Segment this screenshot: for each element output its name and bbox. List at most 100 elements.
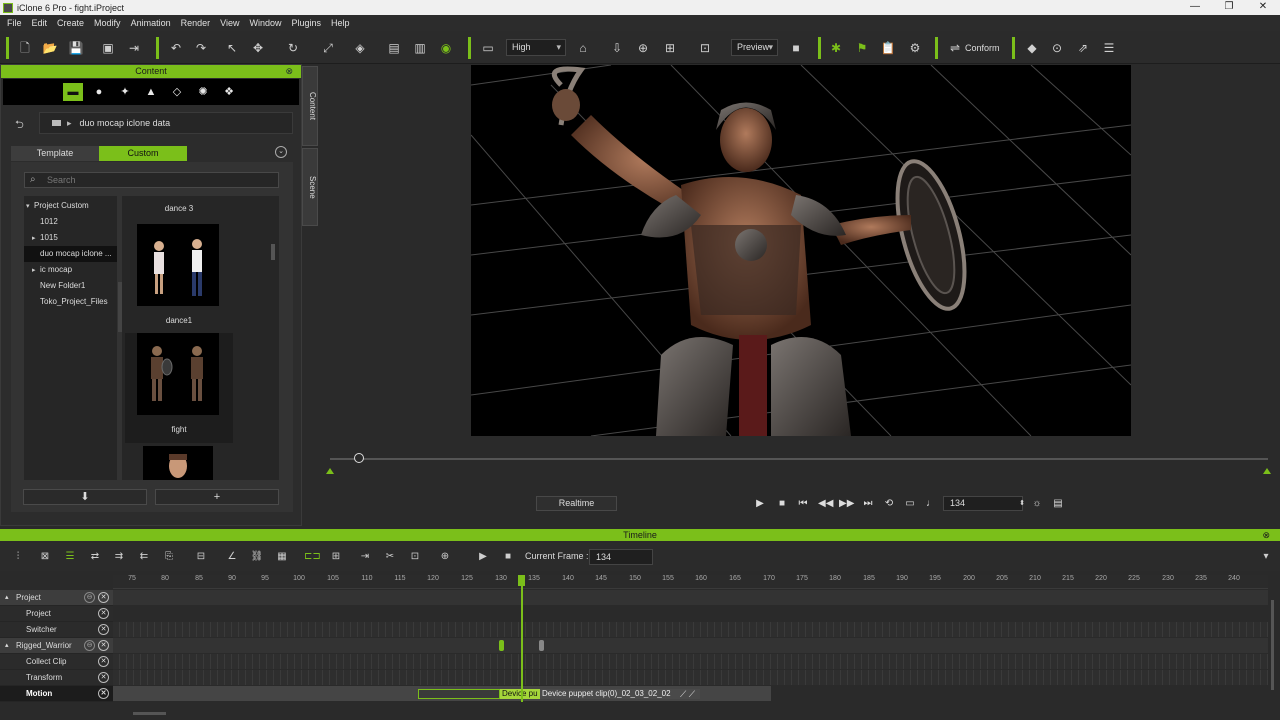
avatar-icon[interactable]: ● [89, 83, 109, 101]
zoom-down-icon[interactable]: ⇩ [609, 40, 625, 56]
menu-file[interactable]: File [2, 18, 27, 28]
track-row[interactable]: ▴ Project ⊖ ✕ [0, 590, 113, 606]
cut-icon[interactable]: ✂ [383, 550, 397, 564]
tab-template[interactable]: Template [11, 146, 99, 161]
remove-icon[interactable]: ⇇ [137, 550, 151, 564]
remove-track-icon[interactable]: ✕ [98, 656, 109, 667]
link-icon[interactable]: ⛓ [250, 550, 264, 564]
motion-clip[interactable]: Device pu [500, 689, 540, 699]
subtitle-icon[interactable]: ▭ [903, 497, 917, 511]
quality-select[interactable]: High [506, 39, 566, 56]
thumbnail-item[interactable]: fight [125, 333, 233, 443]
scale-icon[interactable]: ⤢ [320, 40, 336, 56]
frame-selected-icon[interactable]: ⊡ [697, 40, 713, 56]
flag-icon[interactable]: ⚑ [854, 40, 870, 56]
close-icon[interactable]: ⊗ [1262, 529, 1270, 541]
thumbnail-item[interactable]: dance 3 [125, 204, 233, 213]
tree-item[interactable]: ▸ ic mocap [24, 262, 117, 278]
remove-track-icon[interactable]: ✕ [98, 608, 109, 619]
breadcrumb[interactable]: ▸ duo mocap iclone data [39, 112, 293, 134]
path-icon[interactable]: ⚙ [907, 40, 923, 56]
film-reel-icon[interactable]: ✺ [193, 83, 213, 101]
maximize-button[interactable]: ❐ [1212, 0, 1246, 15]
track-lane[interactable] [113, 590, 1268, 605]
image-icon[interactable]: ▲ [141, 83, 161, 101]
menu-create[interactable]: Create [52, 18, 89, 28]
toggle-icon[interactable]: ⊖ [84, 592, 95, 603]
character-icon[interactable]: ✱ [828, 40, 844, 56]
add-button[interactable]: + [155, 489, 279, 505]
tab-scene[interactable]: Scene [302, 148, 318, 226]
open-folder-icon[interactable]: 📂 [42, 40, 58, 56]
export-icon[interactable]: ⇥ [126, 40, 142, 56]
menu-render[interactable]: Render [176, 18, 216, 28]
close-button[interactable]: ✕ [1246, 0, 1280, 15]
frame-box-icon[interactable]: ⊡ [408, 550, 422, 564]
import-icon[interactable]: ▣ [100, 40, 116, 56]
motion-icon[interactable]: ✦ [115, 83, 135, 101]
track-lane[interactable] [113, 654, 1268, 669]
download-button[interactable]: ⬇ [23, 489, 147, 505]
undo-icon[interactable]: ↶ [168, 40, 184, 56]
playhead[interactable] [521, 575, 523, 702]
edit-pencil-icon[interactable]: ⟋ ⟋ [680, 689, 700, 699]
tab-content[interactable]: Content [302, 66, 318, 146]
frame-input[interactable]: 134 [943, 496, 1023, 511]
timeline-play-icon[interactable]: ▶ [476, 550, 490, 564]
previous-frame-icon[interactable]: ◀◀ [818, 497, 833, 511]
diamond-icon[interactable]: ◆ [1024, 40, 1040, 56]
panel-toggle-icon[interactable]: ▤ [1051, 497, 1065, 511]
key-select-icon[interactable]: ⊠ [38, 550, 52, 564]
rotate-icon[interactable]: ↻ [285, 40, 301, 56]
render-mode-select[interactable]: Preview [731, 39, 778, 56]
go-to-start-icon[interactable]: ⏮ [796, 497, 810, 511]
motion-clip-blank[interactable] [418, 689, 500, 699]
3d-viewport[interactable] [471, 65, 1131, 436]
thumbnail-item[interactable]: dance1 [125, 224, 233, 325]
split-icon[interactable]: ⊟ [194, 550, 208, 564]
scrubber-handle[interactable] [354, 453, 364, 463]
menu-animation[interactable]: Animation [126, 18, 176, 28]
tree-item[interactable]: 1012 [24, 214, 117, 230]
span-icon[interactable]: ⊞ [329, 550, 343, 564]
conform-icon[interactable]: ⇌ [947, 40, 963, 56]
keyframe-marker[interactable] [499, 640, 504, 651]
remove-track-icon[interactable]: ✕ [98, 640, 109, 651]
orbit-icon[interactable]: ⊞ [662, 40, 678, 56]
collapse-icon[interactable]: ▴ [5, 638, 9, 654]
select-arrow-icon[interactable]: ↖ [224, 40, 240, 56]
conform-label[interactable]: Conform [965, 40, 1000, 56]
curve-icon[interactable]: ∠ [225, 550, 239, 564]
close-icon[interactable]: ⊗ [285, 65, 293, 78]
timeline-vertical-scrollbar[interactable] [1271, 600, 1274, 690]
track-row[interactable]: ▴ Rigged_Warrior ⊖ ✕ [0, 638, 113, 654]
quality-icon[interactable]: ▭ [480, 40, 496, 56]
menu-edit[interactable]: Edit [27, 18, 53, 28]
snap-icon[interactable]: ▤ [386, 40, 402, 56]
track-lane[interactable] [113, 606, 1268, 621]
folder-icon[interactable]: ▬ [63, 83, 83, 101]
remove-track-icon[interactable]: ✕ [98, 672, 109, 683]
clipboard-icon[interactable]: 📋 [880, 40, 896, 56]
next-frame-icon[interactable]: ▶▶ [839, 497, 854, 511]
tab-custom[interactable]: Custom [99, 146, 187, 161]
layer-icon[interactable]: ▥ [412, 40, 428, 56]
keyframe-marker[interactable] [539, 640, 544, 651]
track-lane[interactable] [113, 622, 1268, 637]
filter-icon[interactable]: ⫶ [11, 550, 25, 564]
menu-modify[interactable]: Modify [89, 18, 126, 28]
go-to-end-icon[interactable]: ⏭ [861, 497, 875, 511]
home-camera-icon[interactable]: ⌂ [575, 40, 591, 56]
range-start-marker[interactable] [326, 468, 334, 474]
music-note-icon[interactable]: ♩ [924, 497, 938, 511]
track-lane[interactable] [113, 638, 1268, 653]
settings-list-icon[interactable]: ☰ [1101, 40, 1117, 56]
camera-icon[interactable]: ■ [788, 40, 804, 56]
timeline-ruler[interactable]: 75 80 85 90 95 100 105 110 115 120 125 1… [113, 575, 1268, 589]
new-file-icon[interactable]: 🗋 [17, 40, 33, 56]
play-icon[interactable]: ▶ [753, 497, 767, 511]
copy-icon[interactable]: ⎘ [162, 550, 176, 564]
visibility-eye-icon[interactable]: ◉ [438, 40, 454, 56]
minimize-button[interactable]: — [1178, 0, 1212, 15]
remove-track-icon[interactable]: ✕ [98, 624, 109, 635]
